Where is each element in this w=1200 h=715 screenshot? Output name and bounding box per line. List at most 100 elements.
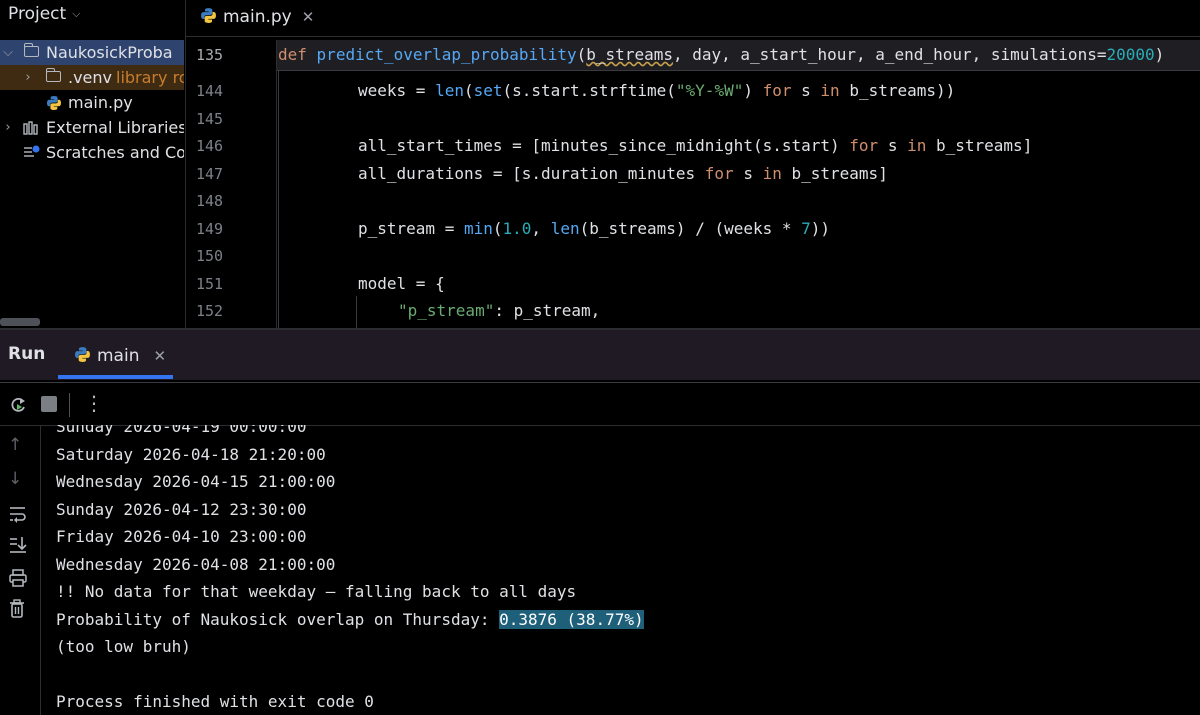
code-token: (b_streams) / (weeks * <box>579 219 802 238</box>
console-line-probability: Probability of Naukosick overlap on Thur… <box>56 610 644 629</box>
code-token: p_stream = <box>358 219 464 238</box>
tree-item-label: NaukosickProba <box>46 43 173 62</box>
stop-icon[interactable] <box>41 396 57 412</box>
builtin: min <box>463 219 493 238</box>
code-token: , day, a_start_hour, a_end_hour, simulat… <box>672 45 1107 64</box>
run-toolbar: ⋮ <box>0 382 1200 426</box>
run-tab-main[interactable]: main ✕ <box>74 344 166 366</box>
line-number: 147 <box>196 165 224 183</box>
code-line-151[interactable]: model = { <box>358 274 445 293</box>
rerun-icon[interactable] <box>8 395 28 415</box>
line-number: 144 <box>196 82 224 100</box>
run-panel-title: Run <box>8 344 46 364</box>
builtin: set <box>473 81 503 100</box>
tree-item-label: Scratches and Co <box>46 143 184 162</box>
console-line-exit: Process finished with exit code 0 <box>56 692 374 711</box>
code-token: b_streams] <box>781 164 888 183</box>
chevron-right-icon[interactable]: › <box>2 115 14 140</box>
code-token: (s.start.strftime( <box>502 81 676 100</box>
line-number: 145 <box>196 110 224 128</box>
indent-guide <box>278 70 279 328</box>
editor-tab-label: main.py <box>223 7 292 27</box>
tree-item-main-py[interactable]: main.py <box>0 90 184 115</box>
print-icon[interactable] <box>8 569 28 587</box>
console-side-toolbar: ↑ ↓ <box>0 425 41 715</box>
code-token: )) <box>810 219 831 238</box>
code-line-149[interactable]: p_stream = min(1.0, len(b_streams) / (we… <box>358 219 830 238</box>
library-icon <box>23 121 38 135</box>
arrow-down-icon[interactable]: ↓ <box>8 469 22 489</box>
tree-item-root[interactable]: ⌵ NaukosickProba <box>0 40 184 65</box>
tree-item-venv[interactable]: › .venv library ro <box>0 65 184 90</box>
keyword: in <box>762 164 782 183</box>
sticky-code[interactable]: def predict_overlap_probability(b_stream… <box>278 45 1164 64</box>
number-literal: 7 <box>801 219 811 238</box>
toolbar-separator <box>69 393 70 417</box>
code-line-144[interactable]: weeks = len(set(s.start.strftime("%Y-%W"… <box>358 81 955 100</box>
horizontal-scrollbar[interactable] <box>0 318 40 326</box>
console-line: (too low bruh) <box>56 637 191 656</box>
builtin: len <box>550 219 580 238</box>
code-line-147[interactable]: all_durations = [s.duration_minutes for … <box>358 164 888 183</box>
console-line: Sunday 2026-04-19 00:00:00 <box>56 425 307 436</box>
keyword: def <box>278 45 307 64</box>
tree-item-hint: library ro <box>116 68 184 87</box>
more-icon[interactable]: ⋮ <box>84 391 104 415</box>
line-number: 151 <box>196 275 224 293</box>
keyword: for <box>849 136 879 155</box>
editor-panel: main.py ✕ 135 def predict_overlap_probabi… <box>185 0 1200 328</box>
string-literal: "%Y-%W" <box>675 81 744 100</box>
code-line-146[interactable]: all_start_times = [minutes_since_midnigh… <box>358 136 1032 155</box>
code-token: , <box>531 219 551 238</box>
soft-wrap-icon[interactable] <box>8 505 28 523</box>
code-token: b_streams] <box>926 136 1033 155</box>
number-literal: 20000 <box>1106 45 1155 64</box>
tree-item-external-libraries[interactable]: › External Libraries <box>0 115 184 140</box>
trash-icon[interactable] <box>8 599 26 619</box>
console-line: Saturday 2026-04-18 21:20:00 <box>56 445 326 464</box>
run-panel-header <box>0 330 1200 380</box>
code-line-152[interactable]: "p_stream": p_stream, <box>398 301 600 320</box>
code-token: s <box>878 136 908 155</box>
code-token: : p_stream, <box>494 301 601 320</box>
probability-prefix: Probability of Naukosick overlap on Thur… <box>56 610 500 629</box>
console-line: Friday 2026-04-10 23:00:00 <box>56 527 307 546</box>
function-name: predict_overlap_probability <box>316 45 577 64</box>
python-icon <box>47 96 61 110</box>
code-token: ( <box>576 45 587 64</box>
code-token: ) <box>743 81 763 100</box>
indent-guide <box>356 296 357 328</box>
project-header[interactable]: Project ⌵ <box>8 4 81 28</box>
editor-tab-main-py[interactable]: main.py ✕ <box>200 2 314 32</box>
line-number: 149 <box>196 220 224 238</box>
tab-bar-divider <box>186 36 1200 37</box>
tree-item-label: main.py <box>68 93 133 112</box>
console-line: Sunday 2026-04-12 23:30:00 <box>56 500 307 519</box>
console-line: Wednesday 2026-04-08 21:00:00 <box>56 555 336 574</box>
tree-item-scratches[interactable]: Scratches and Co <box>0 140 184 165</box>
code-token: ( <box>492 219 503 238</box>
keyword: for <box>704 164 734 183</box>
line-number: 148 <box>196 192 224 210</box>
keyword: in <box>820 81 840 100</box>
builtin: len <box>435 81 464 100</box>
probability-value: 0.3876 (38.77%) <box>499 610 644 629</box>
code-token: all_start_times = [minutes_since_midnigh… <box>358 136 850 155</box>
string-literal: "p_stream" <box>398 301 495 320</box>
scratches-icon <box>24 145 40 157</box>
arrow-up-icon[interactable]: ↑ <box>8 435 22 455</box>
code-token: weeks = <box>358 81 436 100</box>
scroll-to-end-icon[interactable] <box>8 535 28 555</box>
folder-icon <box>23 43 39 57</box>
number-literal: 1.0 <box>502 219 532 238</box>
chevron-down-icon[interactable]: ⌵ <box>2 40 14 65</box>
folder-icon <box>45 68 61 82</box>
sticky-line-number: 135 <box>196 46 224 64</box>
close-icon[interactable]: ✕ <box>153 347 166 365</box>
chevron-right-icon[interactable]: › <box>22 65 34 90</box>
keyword: in <box>907 136 927 155</box>
close-icon[interactable]: ✕ <box>302 8 315 26</box>
chevron-down-icon[interactable]: ⌵ <box>72 7 80 20</box>
active-tab-indicator <box>58 375 173 379</box>
console-output[interactable]: Sunday 2026-04-19 00:00:00 Saturday 2026… <box>41 425 1200 715</box>
